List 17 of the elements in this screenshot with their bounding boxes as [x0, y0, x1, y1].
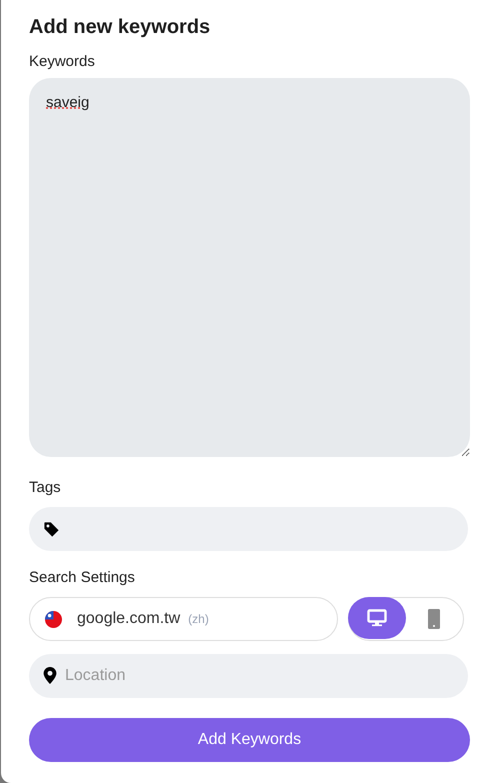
add-keywords-button[interactable]: Add Keywords — [29, 718, 470, 762]
language-code: (zh) — [188, 611, 209, 628]
device-button[interactable] — [348, 597, 406, 639]
location-field[interactable]: Location — [29, 654, 468, 698]
field-label: Keywords — [29, 52, 96, 72]
tags-field[interactable] — [29, 507, 468, 551]
field-label: Search Settings — [29, 568, 136, 588]
keywords-field[interactable]: saveig — [29, 78, 470, 457]
dialog-title: Add new keywords — [29, 15, 212, 40]
field-label: Tags — [29, 478, 62, 498]
monitor-icon — [367, 609, 387, 627]
flag-icon — [45, 610, 62, 628]
location-pin-icon — [43, 667, 57, 684]
domain-text: google.com.tw — [77, 609, 180, 629]
domain-select[interactable]: google.com.tw (zh) — [29, 597, 338, 641]
phone-icon — [428, 609, 440, 629]
tag-icon — [43, 520, 60, 538]
